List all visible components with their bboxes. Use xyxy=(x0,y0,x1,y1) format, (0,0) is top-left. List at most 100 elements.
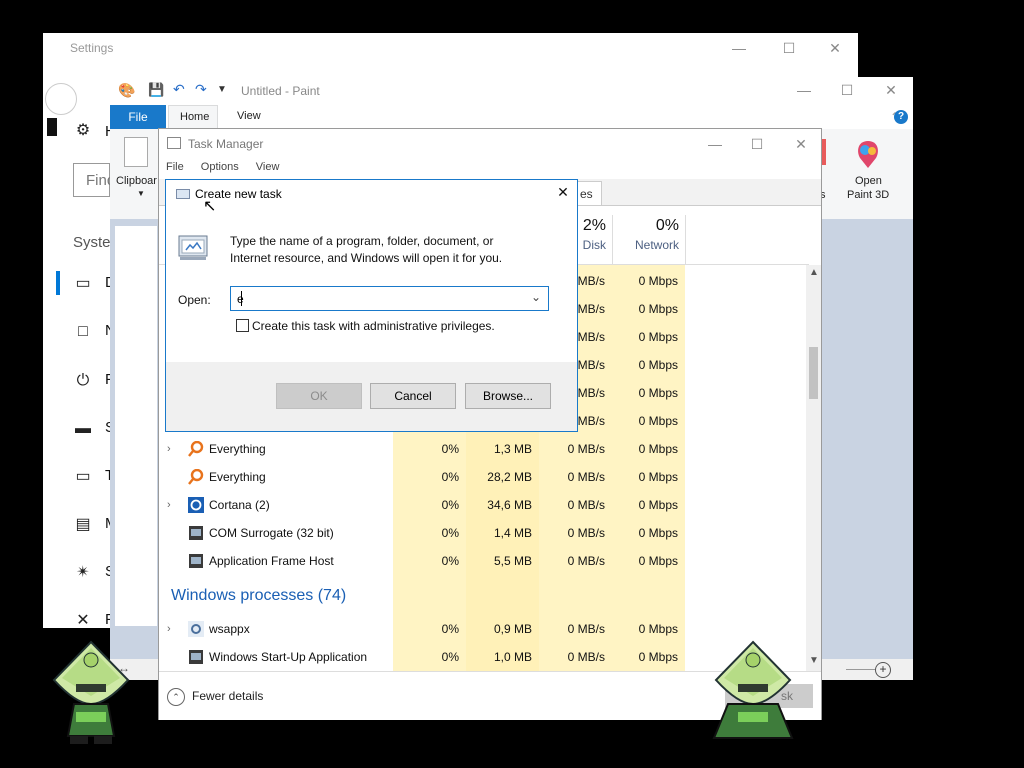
notifications-icon: □ xyxy=(78,323,88,340)
clipboard-icon[interactable] xyxy=(124,137,148,167)
tm-maximize-button[interactable]: ☐ xyxy=(734,129,780,159)
paint-title: Untitled - Paint xyxy=(241,84,320,98)
tab-home[interactable]: Home xyxy=(168,105,218,129)
app-icon xyxy=(188,649,204,665)
tm-menubar: File Options View xyxy=(166,161,293,173)
process-name: Everything xyxy=(209,442,266,456)
customize-qat-icon[interactable]: ▼ xyxy=(217,84,227,95)
network-column-header[interactable]: 0% Network xyxy=(612,217,679,252)
redo-icon[interactable]: ↷ xyxy=(195,81,207,98)
memory-cell: 0,9 MB xyxy=(493,622,532,636)
paint-close-button[interactable]: ✕ xyxy=(868,75,914,105)
table-row[interactable]: Application Frame Host 0% 5,5 MB 0 MB/s 0 Mb… xyxy=(159,547,809,575)
expand-chevron-icon[interactable]: › xyxy=(167,435,171,463)
open-paint3d-line1[interactable]: Open xyxy=(855,175,882,187)
paint-canvas[interactable] xyxy=(115,226,157,626)
gear-icon: ⚙ xyxy=(75,122,91,139)
chevron-down-icon[interactable]: ⌄ xyxy=(531,290,541,304)
zoom-in-icon[interactable]: + xyxy=(875,662,891,678)
process-name: Windows Start-Up Application xyxy=(209,650,368,664)
dialog-description-line1: Type the name of a program, folder, docu… xyxy=(230,234,494,248)
cpu-cell: 0% xyxy=(441,622,459,636)
browse-button[interactable]: Browse... xyxy=(465,383,551,409)
app-icon xyxy=(188,525,204,541)
shared-experiences-icon: ✴ xyxy=(76,564,90,581)
ok-button[interactable]: OK xyxy=(276,383,362,409)
network-cell: 0 Mbps xyxy=(638,330,678,344)
disk-cell: 0 MB/s xyxy=(567,650,605,664)
tm-menu-view[interactable]: View xyxy=(256,161,280,173)
scroll-down-icon[interactable]: ▼ xyxy=(809,655,819,666)
fewer-details-link[interactable]: Fewer details xyxy=(192,689,263,703)
settings-search-input[interactable]: Find xyxy=(73,163,115,197)
everything-icon xyxy=(188,440,204,457)
cancel-button[interactable]: Cancel xyxy=(370,383,456,409)
undo-icon[interactable]: ↶ xyxy=(173,81,185,98)
paint-maximize-button[interactable]: ☐ xyxy=(824,75,870,105)
process-name: Everything xyxy=(209,470,266,484)
task-manager-icon xyxy=(167,137,181,149)
clipboard-label: Clipboar xyxy=(116,175,157,187)
open-combobox[interactable]: e ⌄ xyxy=(230,286,549,311)
tm-close-button[interactable]: ✕ xyxy=(778,129,824,159)
open-paint3d-line2[interactable]: Paint 3D xyxy=(847,189,889,201)
disk-cell: 0 MB/s xyxy=(567,470,605,484)
memory-cell: 1,3 MB xyxy=(493,442,532,456)
tab-details-fragment[interactable]: es xyxy=(577,181,602,205)
app-icon xyxy=(188,553,204,569)
table-row[interactable]: › wsappx 0% 0,9 MB 0 MB/s 0 Mbps xyxy=(159,615,809,643)
tablet-icon: ▭ xyxy=(75,468,91,485)
back-arrow-icon[interactable] xyxy=(45,83,77,115)
settings-maximize-button[interactable]: ☐ xyxy=(766,33,812,63)
save-icon[interactable]: 💾 xyxy=(148,82,164,98)
table-row[interactable]: COM Surrogate (32 bit) 0% 1,4 MB 0 MB/s 0 Mb… xyxy=(159,519,809,547)
memory-cell: 1,4 MB xyxy=(493,526,532,540)
network-cell: 0 Mbps xyxy=(638,622,678,636)
paint-app-icon: 🎨 xyxy=(118,82,136,98)
process-name: wsappx xyxy=(209,622,250,636)
chevron-up-icon[interactable]: ⌃ xyxy=(167,688,185,706)
settings-title: Settings xyxy=(70,41,114,55)
task-manager-title: Task Manager xyxy=(188,137,264,151)
gear-icon xyxy=(188,621,204,637)
paint3d-icon[interactable] xyxy=(854,139,882,169)
tm-menu-file[interactable]: File xyxy=(166,161,184,173)
run-program-icon xyxy=(178,234,210,262)
cpu-cell: 0% xyxy=(441,498,459,512)
tm-minimize-button[interactable]: — xyxy=(692,129,738,159)
table-row[interactable]: › Cortana (2) 0% 34,6 MB 0 MB/s 0 Mbps xyxy=(159,491,809,519)
disk-cell: 0 MB/s xyxy=(567,498,605,512)
dialog-close-button[interactable]: ✕ xyxy=(555,184,571,202)
settings-close-button[interactable]: ✕ xyxy=(812,33,858,63)
memory-cell: 5,5 MB xyxy=(493,554,532,568)
memory-cell: 1,0 MB xyxy=(493,650,532,664)
paint-ribbon-tabs: File Home View ⌃ ? xyxy=(110,105,913,129)
dialog-title-icon xyxy=(176,189,190,199)
help-icon[interactable]: ? xyxy=(894,110,908,124)
tm-menu-options[interactable]: Options xyxy=(201,161,239,173)
cpu-cell: 0% xyxy=(441,650,459,664)
display-icon: ▭ xyxy=(75,275,91,292)
scroll-up-icon[interactable]: ▲ xyxy=(809,267,819,278)
expand-chevron-icon[interactable]: › xyxy=(167,615,171,643)
clipboard-dropdown-icon[interactable]: ▼ xyxy=(137,189,145,198)
dialog-description-line2: Internet resource, and Windows will open… xyxy=(230,251,503,265)
paint-minimize-button[interactable]: — xyxy=(781,75,827,105)
settings-minimize-button[interactable]: — xyxy=(716,33,762,63)
zoom-slider[interactable] xyxy=(846,669,876,670)
dialog-body xyxy=(166,180,577,362)
tab-view[interactable]: View xyxy=(237,110,261,122)
mouse-cursor-icon: ↖ xyxy=(203,198,217,215)
scrollbar-thumb[interactable] xyxy=(809,347,818,399)
expand-chevron-icon[interactable]: › xyxy=(167,491,171,519)
admin-checkbox[interactable] xyxy=(236,319,249,332)
process-name: COM Surrogate (32 bit) xyxy=(209,526,334,540)
tm-scrollbar[interactable]: ▲ ▼ xyxy=(806,265,821,671)
paint-file-tab[interactable]: File xyxy=(110,105,166,129)
storage-icon: ▬ xyxy=(75,420,91,437)
cortana-icon xyxy=(188,497,204,513)
table-row[interactable]: Everything 0% 28,2 MB 0 MB/s 0 Mbps xyxy=(159,463,809,491)
column-divider xyxy=(685,215,686,265)
admin-checkbox-label[interactable]: Create this task with administrative pri… xyxy=(252,319,495,333)
table-row[interactable]: › Everything 0% 1,3 MB 0 MB/s 0 Mbps xyxy=(159,435,809,463)
